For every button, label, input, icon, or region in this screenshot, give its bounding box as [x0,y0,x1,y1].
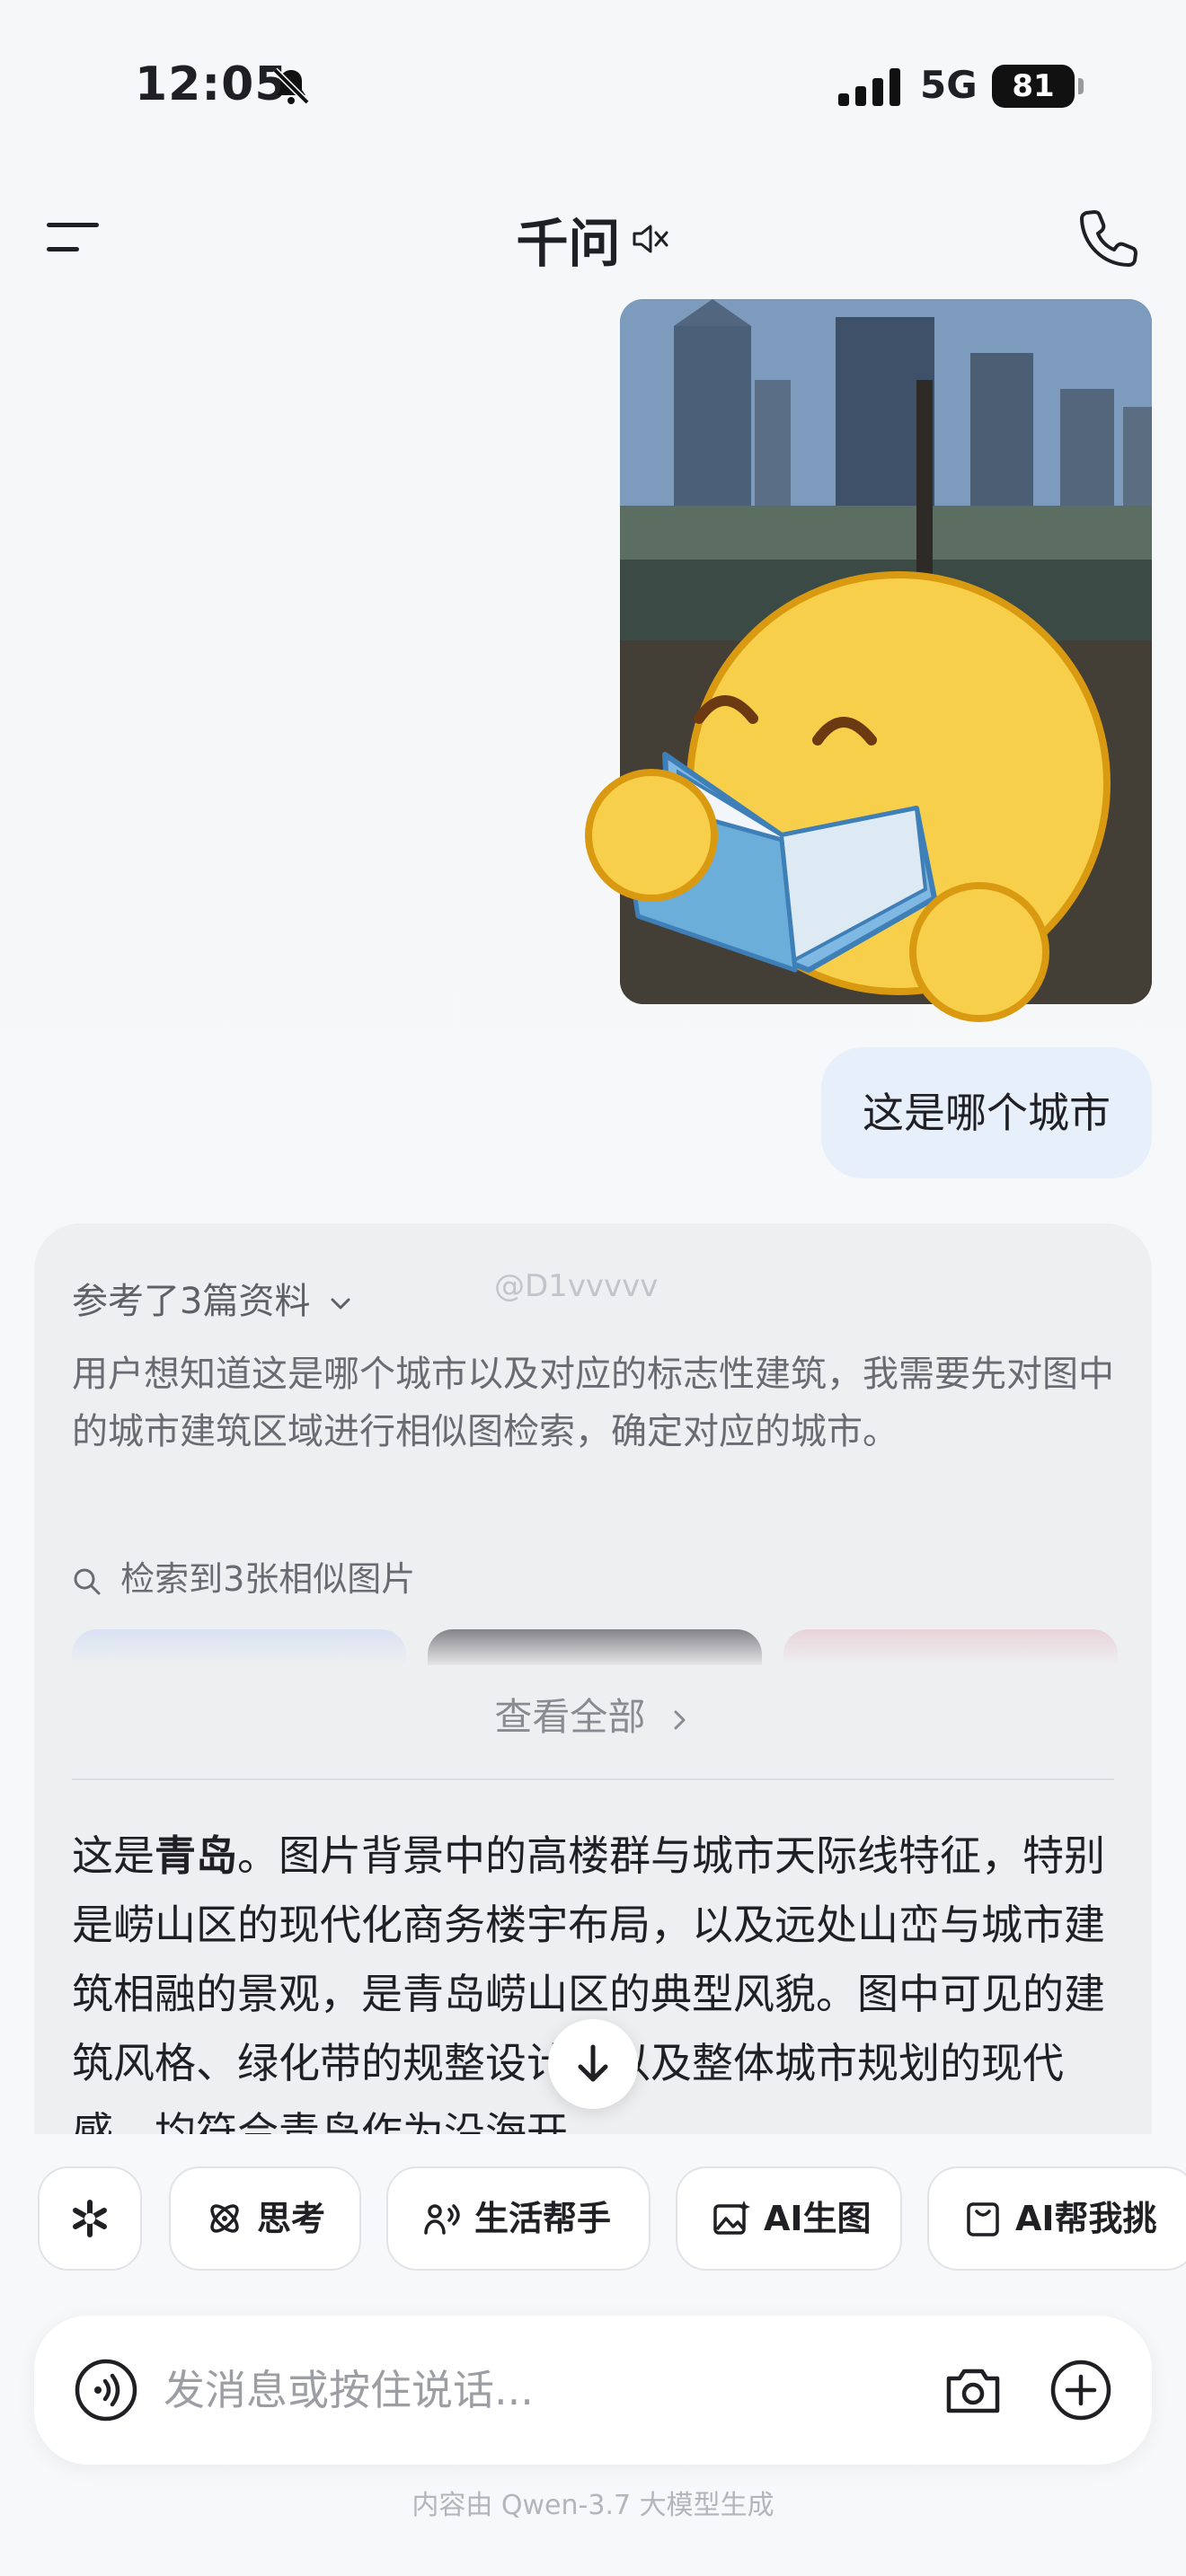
home-area [0,2556,1186,2576]
speaker-muted-icon[interactable] [629,218,670,260]
atom-icon [210,2203,239,2233]
arrow-down-icon [578,2044,608,2082]
answer-card: 参考了3篇资料 @D1vvvvv 用户想知道这是哪个城市以及对应的标志性建筑，我… [34,1223,1152,2134]
search-icon [74,1568,101,1594]
reading-emoji-sticker [585,571,1111,1022]
quick-action-chips: 思考 生活帮手 AI生图 AI帮我挑 [0,2134,1186,2314]
thinking-text: 用户想知道这是哪个城市以及对应的标志性建筑，我需要先对图中的城市建筑区域进行相似… [72,1354,1114,1452]
similar-image-thumbnail[interactable] [783,1629,1118,1665]
network-label: 5G [920,63,978,107]
person-wave-icon [424,2203,460,2235]
watermark: @D1vvvvv [494,1268,659,1304]
divider [72,1778,1114,1780]
search-result-label: 检索到3张相似图片 [120,1559,416,1599]
view-all-button[interactable]: 查看全部 [34,1687,1152,1742]
battery-indicator: 81 [992,65,1084,108]
think-label: 思考 [257,2199,326,2238]
life-helper-label: 生活帮手 [474,2199,612,2238]
think-chip[interactable]: 思考 [169,2166,361,2271]
nav-title-group: 千问 [0,201,1186,277]
model-disclaimer: 内容由 Qwen-3.7 大模型生成 [412,2490,774,2521]
voice-input-icon[interactable] [74,2358,138,2422]
ai-pick-label: AI帮我挑 [1015,2199,1157,2238]
plus-icon[interactable] [1049,2359,1112,2422]
chevron-down-icon [331,1298,350,1310]
page-title: 千问 [516,213,621,274]
bell-slash-icon [272,67,310,105]
ai-pick-chip[interactable]: AI帮我挑 [927,2166,1186,2271]
chevron-right-icon [674,1710,686,1729]
image-search-status: 检索到3张相似图片 [72,1551,415,1601]
references-label: 参考了3篇资料 [72,1281,311,1322]
status-bar: 12:05 5G 81 [0,0,1186,153]
status-time: 12:05 [135,57,288,111]
ai-image-chip[interactable]: AI生图 [676,2166,902,2271]
message-composer [34,2316,1152,2465]
message-input[interactable] [164,2360,927,2420]
view-all-label: 查看全部 [494,1695,646,1739]
camera-icon[interactable] [942,2359,1005,2422]
shopping-bag-icon [967,2201,999,2236]
chat-screen: 12:05 5G 81 千问 这是哪个城市 参考了3篇资料 @D1vvvvv 用… [0,0,1186,2576]
signal-icon [838,68,900,106]
similar-image-thumbnail[interactable] [428,1629,762,1665]
user-message-bubble[interactable]: 这是哪个城市 [821,1047,1152,1178]
phone-icon[interactable] [1078,207,1141,269]
sparkle-icon [73,2199,107,2237]
life-helper-chip[interactable]: 生活帮手 [386,2166,651,2271]
answer-prefix: 这是 [72,1831,155,1880]
answer-city: 青岛 [155,1831,237,1880]
similar-image-thumbnail[interactable] [72,1629,406,1665]
nav-bar: 千问 [0,180,1186,296]
scroll-to-bottom-button[interactable] [548,2019,638,2109]
image-sparkle-icon [713,2200,750,2235]
ai-image-label: AI生图 [764,2199,872,2238]
sparkle-chip[interactable] [38,2166,142,2271]
references-toggle[interactable]: 参考了3篇资料 [72,1272,354,1324]
